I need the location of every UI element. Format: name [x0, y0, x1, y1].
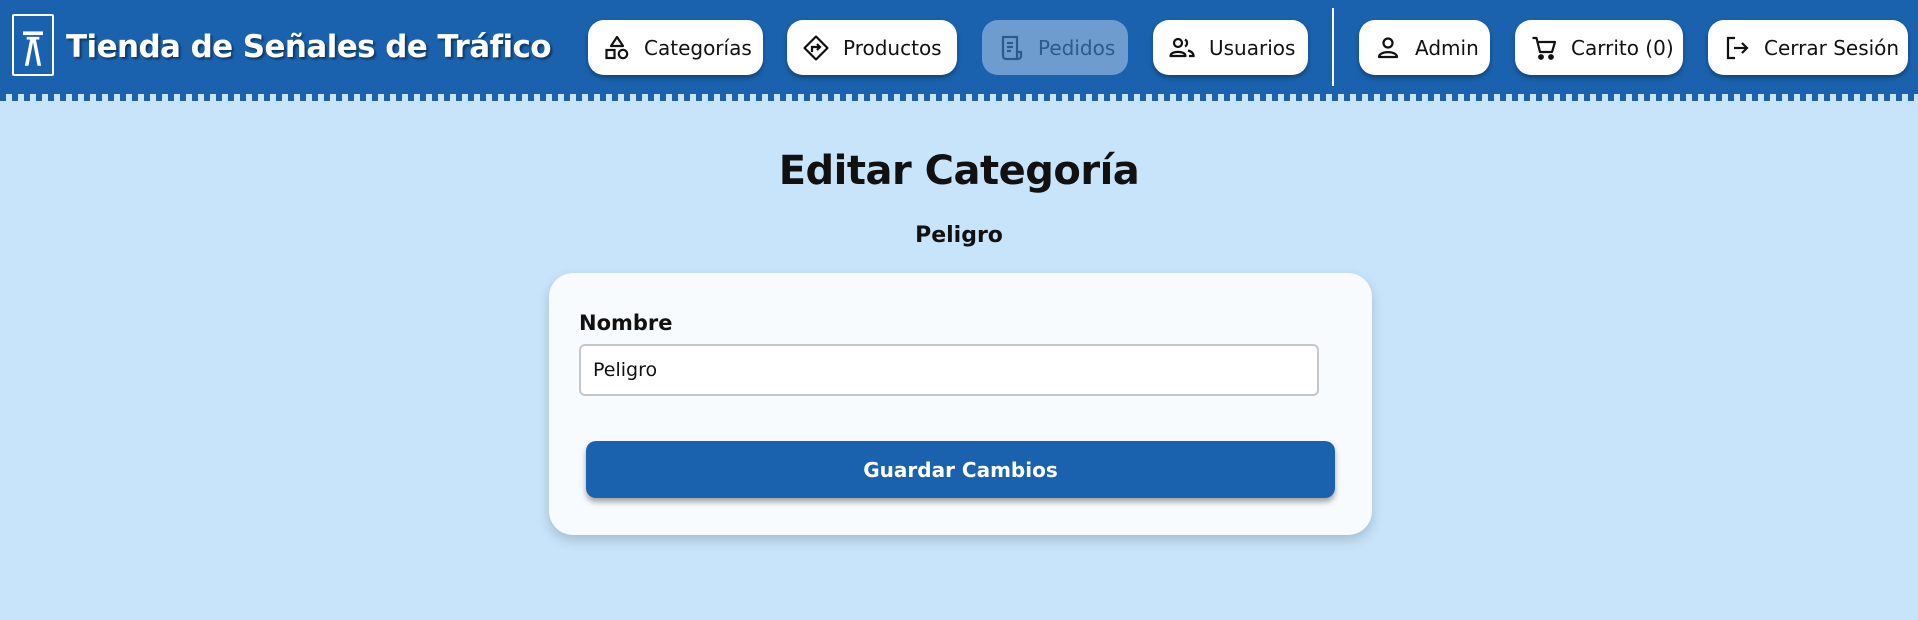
logout-icon [1722, 33, 1752, 63]
nav-divider [1332, 8, 1334, 86]
category-name-subtitle: Peligro [915, 223, 1003, 248]
nombre-input[interactable] [579, 344, 1319, 396]
nav-productos-label: Productos [843, 35, 942, 60]
top-navbar: Tienda de Señales de Tráfico Categorías … [0, 0, 1918, 94]
logout-label: Cerrar Sesión [1764, 35, 1900, 60]
cart-icon [1529, 33, 1559, 63]
user-icon [1373, 33, 1403, 63]
nav-carrito-button[interactable]: Carrito (0) [1515, 20, 1683, 75]
nav-productos-button[interactable]: Productos [787, 20, 957, 75]
nav-categorias-button[interactable]: Categorías [588, 20, 763, 75]
save-changes-button[interactable]: Guardar Cambios [586, 441, 1335, 498]
edit-category-form: Nombre Guardar Cambios [549, 273, 1372, 535]
nav-carrito-label: Carrito (0) [1571, 35, 1674, 60]
logout-button[interactable]: Cerrar Sesión [1708, 20, 1908, 75]
shapes-icon [602, 33, 632, 63]
nav-admin-label: Admin [1415, 35, 1479, 60]
directions-sign-icon [801, 33, 831, 63]
brand-title[interactable]: Tienda de Señales de Tráfico [66, 26, 552, 68]
page-title: Editar Categoría [778, 148, 1140, 194]
nav-admin-button[interactable]: Admin [1359, 20, 1490, 75]
nav-pedidos-button[interactable]: Pedidos [982, 20, 1128, 75]
nombre-label: Nombre [579, 311, 673, 335]
nav-usuarios-button[interactable]: Usuarios [1153, 20, 1308, 75]
receipt-icon [996, 33, 1026, 63]
nav-pedidos-label: Pedidos [1038, 35, 1116, 60]
nav-categorias-label: Categorías [644, 35, 752, 60]
users-icon [1167, 33, 1197, 63]
nav-usuarios-label: Usuarios [1209, 35, 1296, 60]
motorway-sign-icon[interactable] [12, 14, 54, 76]
header-dashed-border [0, 94, 1918, 101]
